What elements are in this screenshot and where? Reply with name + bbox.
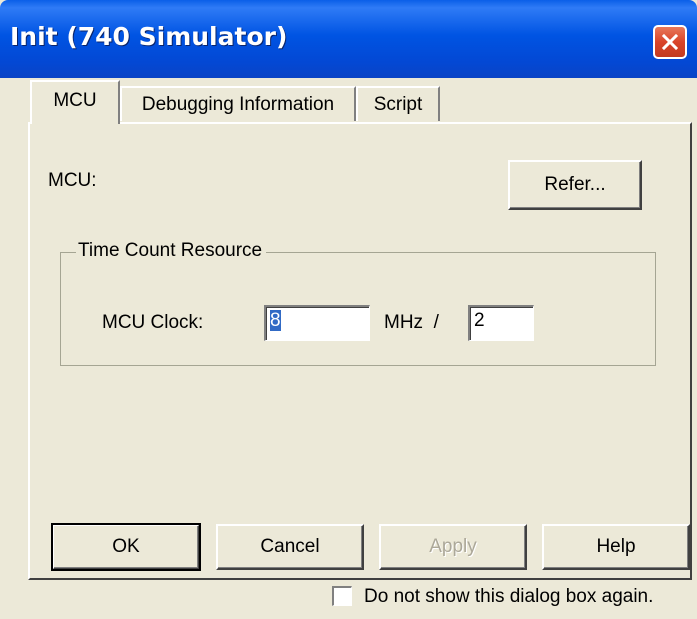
mcu-label: MCU: bbox=[48, 170, 97, 191]
apply-button-label: Apply bbox=[429, 536, 477, 557]
dont-show-again-checkbox[interactable] bbox=[332, 586, 352, 606]
cancel-button-label: Cancel bbox=[260, 536, 320, 557]
init-dialog-window: Init (740 Simulator) MCU Debugging Infor… bbox=[0, 0, 697, 619]
apply-button[interactable]: Apply bbox=[379, 524, 527, 570]
tab-debugging-information[interactable]: Debugging Information bbox=[120, 86, 356, 121]
ok-button-label: OK bbox=[112, 536, 140, 557]
tab-script[interactable]: Script bbox=[356, 86, 440, 121]
ok-button[interactable]: OK bbox=[51, 523, 201, 571]
tab-mcu[interactable]: MCU bbox=[30, 80, 120, 124]
clock-divider-value: 2 bbox=[474, 310, 485, 331]
time-count-resource-title: Time Count Resource bbox=[76, 240, 267, 262]
tab-debugging-information-label: Debugging Information bbox=[141, 94, 335, 115]
close-button[interactable] bbox=[653, 25, 687, 59]
tab-script-label: Script bbox=[373, 94, 423, 115]
close-x-icon bbox=[661, 33, 679, 51]
tab-mcu-label: MCU bbox=[53, 90, 97, 111]
window-title: Init (740 Simulator) bbox=[10, 22, 288, 51]
refer-button[interactable]: Refer... bbox=[508, 160, 642, 210]
mhz-unit-label: MHz / bbox=[384, 312, 439, 333]
help-button[interactable]: Help bbox=[542, 524, 690, 570]
refer-button-label: Refer... bbox=[544, 174, 606, 195]
cancel-button[interactable]: Cancel bbox=[216, 524, 364, 570]
dont-show-again-label[interactable]: Do not show this dialog box again. bbox=[364, 586, 653, 608]
help-button-label: Help bbox=[596, 536, 636, 557]
mcu-clock-label: MCU Clock: bbox=[102, 312, 204, 333]
mcu-clock-value: 8 bbox=[270, 310, 281, 331]
title-bar[interactable]: Init (740 Simulator) bbox=[0, 0, 697, 78]
clock-divider-input[interactable]: 2 bbox=[468, 305, 534, 341]
mcu-clock-input[interactable]: 8 bbox=[264, 305, 370, 341]
